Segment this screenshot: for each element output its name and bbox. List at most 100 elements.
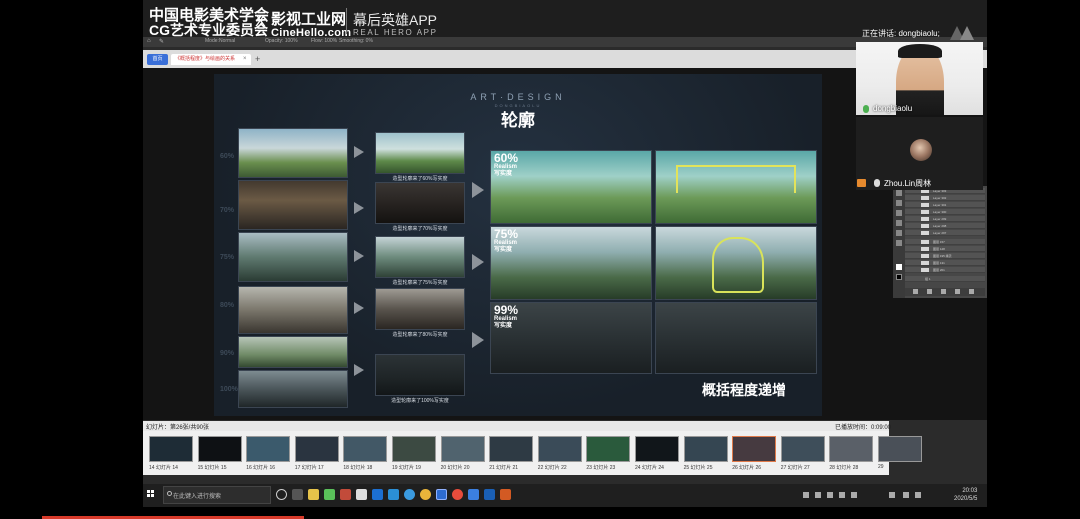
brand-header: 中国电影美术学会 CG艺术专业委员会 X 影视工业网 CineHello.com… xyxy=(143,0,987,39)
source-image xyxy=(238,336,348,368)
slide-thumbnail-label: 21 幻灯片 21 xyxy=(489,465,519,471)
tab-home[interactable]: 首页 xyxy=(147,54,168,65)
ps-opt-smoothing[interactable]: Smoothing: 0% xyxy=(339,38,373,44)
eraser-tool-icon[interactable] xyxy=(896,210,902,216)
slide-thumbnail[interactable] xyxy=(440,436,485,462)
zoom-tool-icon[interactable] xyxy=(896,240,902,246)
brush-icon[interactable]: ✎ xyxy=(159,38,164,45)
realism-label: 75% Realism 写实度 xyxy=(494,228,518,254)
foreground-color-swatch[interactable] xyxy=(896,264,902,270)
brush-tool-icon[interactable] xyxy=(896,200,902,206)
slide-thumbnail-label: 14 幻灯片 14 xyxy=(149,465,178,471)
source-image xyxy=(238,286,348,334)
layer-row[interactable] xyxy=(905,267,985,273)
silhouette-image xyxy=(375,288,465,330)
slide-thumbnail[interactable] xyxy=(246,436,291,462)
windows-start-icon[interactable] xyxy=(147,490,155,498)
slide-thumbnail[interactable] xyxy=(683,436,728,462)
home-icon[interactable]: ⌂ xyxy=(147,38,151,44)
realism-cn: 写实度 xyxy=(494,247,513,253)
participant-user-icon xyxy=(857,179,866,187)
ppt-status-bar xyxy=(143,421,889,431)
slide-thumbnail[interactable] xyxy=(878,436,922,462)
ps-toolbar xyxy=(893,186,905,298)
tab-active[interactable]: 《概括程度》与绘画的关系 xyxy=(171,54,251,65)
ps-opt-normal[interactable]: Normal xyxy=(219,38,235,44)
text-tool-icon[interactable] xyxy=(896,220,902,226)
silhouette-caption: 造型轮廓来了75%写实度 xyxy=(392,280,448,286)
add-mask-icon[interactable] xyxy=(941,289,946,294)
tray-icon[interactable] xyxy=(851,492,857,498)
slide-thumbnail[interactable] xyxy=(732,436,777,462)
realism-image-75-b xyxy=(655,226,817,300)
language-icon[interactable] xyxy=(915,492,921,498)
move-tool-icon[interactable] xyxy=(896,190,902,196)
silhouette-caption: 造型轮廓来了100%写实度 xyxy=(391,398,449,404)
app-icon[interactable] xyxy=(484,489,495,500)
realism-cn: 写实度 xyxy=(494,323,513,329)
realism-label: 60% Realism 写实度 xyxy=(494,152,518,178)
slide-thumbnail-label: 18 幻灯片 18 xyxy=(343,465,373,471)
silhouette-image xyxy=(375,132,465,174)
layer-row[interactable] xyxy=(905,260,985,266)
tray-icon[interactable] xyxy=(827,492,833,498)
taskbar-clock[interactable]: 20:03 2020/5/5 xyxy=(954,487,977,503)
slide-thumbnail[interactable] xyxy=(294,436,339,462)
layer-thumb xyxy=(921,231,929,235)
ps-opt-flow[interactable]: Flow: 100% xyxy=(311,38,337,44)
tab-close-icon[interactable]: × xyxy=(243,54,247,65)
delete-layer-icon[interactable] xyxy=(969,289,974,294)
background-color-swatch[interactable] xyxy=(896,274,902,280)
file-explorer-icon[interactable] xyxy=(308,489,319,500)
slide-thumbnail[interactable] xyxy=(149,436,193,462)
tray-icon[interactable] xyxy=(803,492,809,498)
network-icon[interactable] xyxy=(903,492,909,498)
chrome-icon[interactable] xyxy=(452,489,463,500)
cortana-icon[interactable] xyxy=(276,489,287,500)
slide-thumbnail[interactable] xyxy=(780,436,825,462)
slide-thumbnail-label: 29 xyxy=(878,464,884,470)
add-style-icon[interactable] xyxy=(927,289,932,294)
slide-thumbnail[interactable] xyxy=(489,436,534,462)
presentation-slide: ART·DESIGN DONGBIAOLU 轮廓 60% 70% 75% 80%… xyxy=(214,74,822,416)
slide-thumbnail[interactable] xyxy=(392,436,436,462)
layer-row[interactable] xyxy=(905,276,985,282)
pen-tool-icon[interactable] xyxy=(896,230,902,236)
slide-thumbnail[interactable] xyxy=(343,436,388,462)
browser-icon[interactable] xyxy=(404,489,415,500)
volume-icon[interactable] xyxy=(889,492,895,498)
new-group-icon[interactable] xyxy=(955,289,960,294)
slide-thumbnail[interactable] xyxy=(635,436,679,462)
meeting-icon[interactable] xyxy=(436,489,447,500)
layer-name: 图层 128 xyxy=(933,247,945,251)
link-layers-icon[interactable] xyxy=(913,289,918,294)
arrow-right-icon xyxy=(354,250,364,262)
layer-row[interactable] xyxy=(905,246,985,252)
layer-row[interactable] xyxy=(905,239,985,245)
search-icon xyxy=(167,491,172,496)
slide-thumbnail[interactable] xyxy=(586,436,631,462)
slide-thumbnail[interactable] xyxy=(197,436,242,462)
photoshop-icon[interactable] xyxy=(372,489,383,500)
app-icon[interactable] xyxy=(388,489,399,500)
layer-name: Layer 302 xyxy=(933,196,947,200)
wechat-icon[interactable] xyxy=(324,489,335,500)
slide-thumbnail[interactable] xyxy=(829,436,874,462)
app-icon[interactable] xyxy=(420,489,431,500)
app-icon[interactable] xyxy=(468,489,479,500)
app-icon[interactable] xyxy=(356,489,367,500)
new-tab-button[interactable]: + xyxy=(255,53,260,65)
app-icon[interactable] xyxy=(340,489,351,500)
slide-thumbnail[interactable] xyxy=(537,436,582,462)
art-design-title: ART·DESIGN xyxy=(470,92,566,102)
site-name: 影视工业网 xyxy=(271,11,347,28)
slide-thumbnail-label: 19 幻灯片 19 xyxy=(392,465,421,471)
layer-thumb xyxy=(921,247,929,251)
powerpoint-icon[interactable] xyxy=(500,489,511,500)
layer-thumb xyxy=(921,224,929,228)
ps-opt-opacity[interactable]: Opacity: 100% xyxy=(265,38,298,44)
speaker-hair xyxy=(898,44,942,58)
tray-icon[interactable] xyxy=(815,492,821,498)
tray-icon[interactable] xyxy=(839,492,845,498)
task-view-icon[interactable] xyxy=(292,489,303,500)
